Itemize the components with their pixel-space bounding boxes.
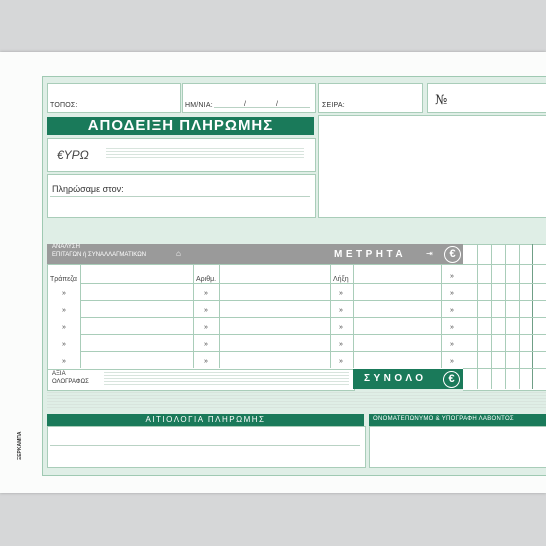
place-label: ΤΟΠΟΣ: — [50, 102, 78, 109]
bank-icon: ⌂ — [176, 249, 181, 258]
divider — [80, 264, 81, 368]
ditto-mark: » — [204, 290, 208, 297]
divider — [80, 300, 463, 301]
divider — [463, 283, 546, 284]
divider — [80, 334, 463, 335]
paid-to-line — [50, 196, 310, 197]
analysis-label-1: ΑΝΑΛΥΣΗ — [52, 244, 80, 250]
date-underline — [214, 107, 310, 108]
column-header-number: Αριθμ. — [196, 276, 217, 283]
receipt-title: ΑΠΟΔΕΙΞΗ ΠΛΗΡΩΜΗΣ — [47, 117, 314, 135]
arrow-icon: ⇥ — [426, 249, 433, 258]
number-label: № — [435, 93, 448, 108]
divider — [80, 283, 463, 284]
ditto-mark: » — [450, 290, 454, 297]
column-header-bank: Τράπεζα — [50, 276, 77, 283]
ditto-mark: » — [62, 290, 66, 297]
ditto-mark: » — [450, 324, 454, 331]
total-label: ΣΥΝΟΛΟ — [364, 373, 427, 384]
paid-to-label: Πληρώσαμε στον: — [52, 184, 124, 194]
ditto-mark: » — [339, 290, 343, 297]
divider — [441, 264, 442, 368]
ditto-mark: » — [62, 307, 66, 314]
value-label-1: ΑΞΙΑ — [52, 371, 66, 377]
recipient-label: ΟΝΟΜΑΤΕΠΩΝΥΜΟ & ΥΠΟΓΡΑΦΗ ΛΑΒΟΝΤΟΣ — [373, 416, 514, 422]
divider — [193, 264, 194, 368]
divider — [463, 351, 546, 352]
date-separator: / — [276, 101, 279, 108]
series-label: ΣΕΙΡΑ: — [322, 102, 345, 109]
ditto-mark: » — [339, 324, 343, 331]
divider — [80, 317, 463, 318]
analysis-label-2: ΕΠΙΤΑΓΩΝ ή ΣΥΝΑΛΛΑΓΜΑΤΙΚΩΝ — [52, 252, 147, 258]
ditto-mark: » — [204, 341, 208, 348]
ditto-mark: » — [339, 341, 343, 348]
ditto-mark: » — [450, 341, 454, 348]
divider — [80, 351, 463, 352]
reason-header: ΑΙΤΙΟΛΟΓΙΑ ΠΛΗΡΩΜΗΣ — [47, 414, 364, 426]
euro-icon: € — [444, 246, 461, 263]
amount-dotted-area — [106, 148, 304, 160]
ditto-mark: » — [339, 307, 343, 314]
background-top — [0, 0, 546, 52]
divider — [463, 264, 546, 265]
currency-label: €ΥΡΩ — [57, 148, 89, 162]
divider — [330, 264, 331, 368]
ditto-mark: » — [62, 341, 66, 348]
divider — [219, 264, 220, 368]
background-bottom — [0, 493, 546, 546]
ditto-mark: » — [450, 307, 454, 314]
ditto-mark: » — [339, 358, 343, 365]
divider — [463, 317, 546, 318]
euro-icon: € — [443, 371, 460, 388]
divider — [463, 300, 546, 301]
ditto-mark: » — [450, 358, 454, 365]
value-dotted-area — [104, 372, 349, 386]
divider — [353, 264, 354, 368]
cash-label: ΜΕΤΡΗΤΑ — [334, 249, 407, 260]
ditto-mark: » — [62, 324, 66, 331]
ditto-mark: » — [450, 273, 454, 280]
publisher-mark: ΞΕΡΚΑΜΠΑ — [17, 431, 23, 461]
ditto-mark: » — [204, 307, 208, 314]
reason-field[interactable] — [47, 426, 366, 468]
ditto-mark: » — [62, 358, 66, 365]
divider — [463, 368, 546, 369]
ditto-mark: » — [204, 358, 208, 365]
value-label-2: ΟΛΟΓΡΑΦΩΣ — [52, 379, 89, 385]
reason-line — [50, 445, 360, 446]
ditto-mark: » — [204, 324, 208, 331]
extra-dotted-area — [47, 392, 546, 408]
date-label: ΗΜ/ΝΙΑ: — [185, 102, 213, 109]
column-header-expiry: Λήξη — [333, 276, 349, 283]
date-separator: / — [244, 101, 247, 108]
recipient-signature-field[interactable] — [369, 426, 546, 468]
divider — [463, 334, 546, 335]
notes-box[interactable] — [318, 115, 546, 218]
